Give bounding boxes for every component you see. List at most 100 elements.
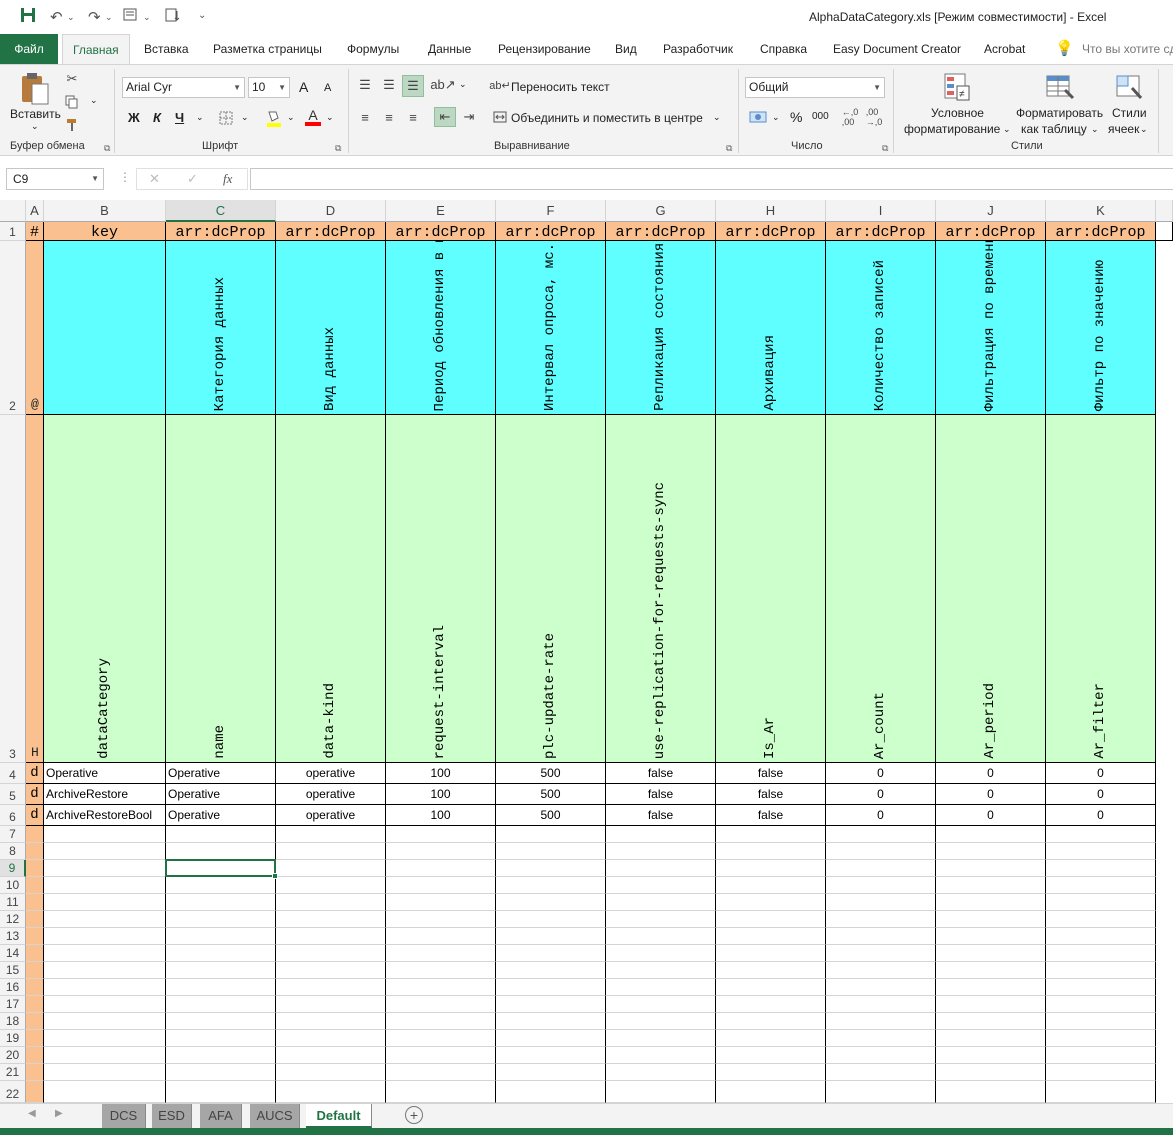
label-cell-c2[interactable]: Категория данных (166, 241, 276, 415)
empty-cell[interactable] (826, 911, 936, 928)
row-header-12[interactable]: 12 (0, 911, 26, 928)
empty-cell[interactable] (26, 928, 44, 945)
empty-cell[interactable] (1046, 928, 1156, 945)
tab-review[interactable]: Рецензирование (498, 34, 591, 64)
number-format-combo[interactable]: Общий ▼ (745, 77, 885, 98)
empty-cell[interactable] (826, 826, 936, 843)
empty-cell[interactable] (826, 945, 936, 962)
fill-color-icon[interactable] (264, 108, 284, 128)
empty-cell[interactable] (936, 911, 1046, 928)
empty-cell[interactable] (606, 1047, 716, 1064)
row-header-7[interactable]: 7 (0, 826, 26, 843)
tab-data[interactable]: Данные (428, 34, 471, 64)
key-cell-d3[interactable]: data-kind (276, 415, 386, 763)
empty-cell[interactable] (1046, 1013, 1156, 1030)
empty-cell[interactable] (44, 911, 166, 928)
empty-cell[interactable] (826, 843, 936, 860)
empty-cell[interactable] (166, 1064, 276, 1081)
empty-cell[interactable] (276, 826, 386, 843)
empty-cell[interactable] (936, 1030, 1046, 1047)
empty-cell[interactable] (26, 877, 44, 894)
font-launcher-icon[interactable]: ⧉ (335, 143, 341, 154)
data-cell-h6[interactable]: false (716, 805, 826, 826)
empty-cell[interactable] (276, 1013, 386, 1030)
empty-cell[interactable] (496, 979, 606, 996)
empty-cell[interactable] (496, 928, 606, 945)
empty-cell[interactable] (1046, 1081, 1156, 1103)
key-cell-h3[interactable]: Is_Ar (716, 415, 826, 763)
key-cell-b3[interactable]: dataCategory (44, 415, 166, 763)
empty-cell[interactable] (1046, 911, 1156, 928)
borders-dropdown-icon[interactable]: ⌄ (241, 112, 249, 123)
empty-cell[interactable] (936, 1081, 1046, 1103)
empty-cell[interactable] (44, 826, 166, 843)
tell-me-search[interactable]: Что вы хотите сд (1082, 34, 1173, 64)
label-cell-k2[interactable]: Фильтр по значению (1046, 241, 1156, 415)
font-size-combo[interactable]: 10 ▼ (248, 77, 290, 98)
empty-cell[interactable] (44, 979, 166, 996)
empty-cell[interactable] (26, 894, 44, 911)
empty-cell[interactable] (166, 1013, 276, 1030)
empty-cell[interactable] (276, 877, 386, 894)
empty-cell[interactable] (26, 996, 44, 1013)
empty-cell[interactable] (496, 962, 606, 979)
column-header-f[interactable]: F (496, 200, 606, 222)
empty-cell[interactable] (496, 894, 606, 911)
empty-cell[interactable] (606, 1081, 716, 1103)
data-cell-e4[interactable]: 100 (386, 763, 496, 784)
empty-cell[interactable] (496, 945, 606, 962)
empty-cell[interactable] (716, 1081, 826, 1103)
row-header-2[interactable]: 2 (0, 241, 26, 415)
empty-cell[interactable] (276, 1064, 386, 1081)
empty-cell[interactable] (386, 1081, 496, 1103)
decrease-decimal-icon[interactable]: ,00 →,0 (864, 107, 884, 127)
data-cell-k4[interactable]: 0 (1046, 763, 1156, 784)
percent-button[interactable]: % (790, 109, 802, 125)
row-header-4[interactable]: 4 (0, 763, 26, 784)
data-cell-j4[interactable]: 0 (936, 763, 1046, 784)
data-cell-d4[interactable]: operative (276, 763, 386, 784)
empty-cell[interactable] (26, 911, 44, 928)
copy-icon[interactable] (64, 94, 80, 110)
formula-bar-splitter[interactable]: ⋮ (119, 170, 131, 184)
decrease-indent-icon[interactable]: ⇤ (434, 107, 456, 127)
sheet-tab-aucs[interactable]: AUCS (250, 1104, 300, 1128)
key-cell-i3[interactable]: Ar_count (826, 415, 936, 763)
empty-cell[interactable] (826, 877, 936, 894)
merge-dropdown-icon[interactable]: ⌄ (713, 112, 721, 123)
data-cell-c4[interactable]: Operative (166, 763, 276, 784)
empty-cell[interactable] (936, 877, 1046, 894)
underline-dropdown-icon[interactable]: ⌄ (196, 112, 204, 123)
data-cell-b5[interactable]: ArchiveRestore (44, 784, 166, 805)
data-cell-k5[interactable]: 0 (1046, 784, 1156, 805)
empty-cell[interactable] (716, 945, 826, 962)
select-all-corner[interactable] (0, 200, 26, 222)
sort-icon[interactable] (165, 7, 181, 27)
empty-cell[interactable] (44, 1081, 166, 1103)
align-left-icon[interactable]: ≡ (356, 108, 374, 126)
name-box[interactable]: C9 ▼ (6, 168, 104, 190)
data-cell-g5[interactable]: false (606, 784, 716, 805)
redo-dropdown-icon[interactable]: ⌄ (105, 12, 113, 23)
empty-cell[interactable] (276, 928, 386, 945)
empty-cell[interactable] (496, 877, 606, 894)
cell-styles-line2[interactable]: ячеек (1108, 122, 1139, 136)
accounting-dropdown-icon[interactable]: ⌄ (772, 112, 780, 123)
empty-cell[interactable] (44, 1013, 166, 1030)
empty-cell[interactable] (44, 996, 166, 1013)
empty-cell[interactable] (606, 979, 716, 996)
empty-cell[interactable] (386, 1013, 496, 1030)
sheet-tab-afa[interactable]: AFA (200, 1104, 242, 1128)
merge-center-button[interactable]: Объединить и поместить в центре (511, 111, 703, 125)
format-painter-icon[interactable] (64, 117, 80, 133)
header-cell-d1[interactable]: arr:dcProp (276, 222, 386, 241)
empty-cell[interactable] (386, 860, 496, 877)
empty-cell[interactable] (496, 1030, 606, 1047)
key-cell-g3[interactable]: use-replication-for-requests-sync (606, 415, 716, 763)
row-header-15[interactable]: 15 (0, 962, 26, 979)
empty-cell[interactable] (386, 877, 496, 894)
empty-cell[interactable] (606, 826, 716, 843)
empty-cell[interactable] (386, 928, 496, 945)
row-header-1[interactable]: 1 (0, 222, 26, 241)
empty-cell[interactable] (496, 996, 606, 1013)
